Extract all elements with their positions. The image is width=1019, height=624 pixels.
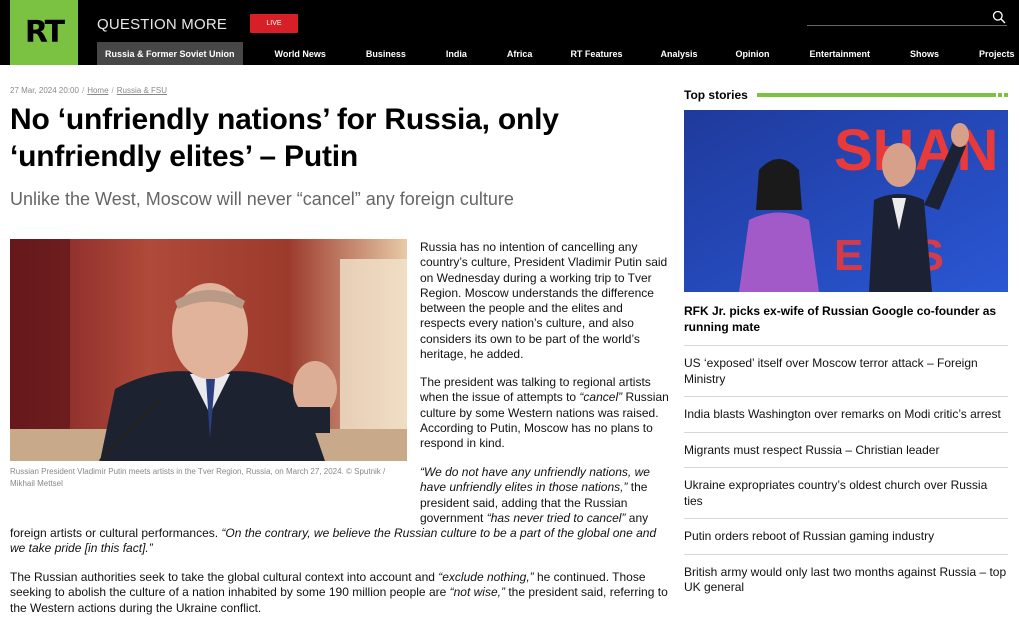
live-button[interactable]: LIVE: [250, 14, 298, 33]
article-subtitle: Unlike the West, Moscow will never “canc…: [10, 189, 514, 209]
paragraph-1: Russia has no intention of cancelling an…: [420, 240, 668, 362]
nav-item-entertainment[interactable]: Entertainment: [809, 42, 870, 65]
nav-item-world-news[interactable]: World News: [275, 42, 326, 65]
quote-never-cancel: “has never tried to cancel”: [486, 510, 626, 525]
heading-accent-bar: [756, 93, 996, 97]
story-item[interactable]: US ‘exposed’ itself over Moscow terror a…: [684, 345, 1008, 396]
nav-item-africa[interactable]: Africa: [507, 42, 533, 65]
search-input[interactable]: [807, 25, 1007, 26]
quote-exclude-nothing: “exclude nothing,”: [438, 570, 534, 584]
article-date: 27 Mar, 2024 20:00: [10, 86, 79, 95]
breadcrumb-home[interactable]: Home: [87, 86, 108, 95]
quote-not-wise: “not wise,”: [449, 585, 505, 600]
rt-logo[interactable]: RT: [10, 0, 78, 65]
quote-cancel: “cancel”: [579, 390, 623, 405]
article-title: No ‘unfriendly nations’ for Russia, only…: [10, 103, 559, 173]
nav-item-india[interactable]: India: [446, 42, 467, 65]
photo-caption: Russian President Vladimir Putin meets a…: [10, 467, 386, 488]
nav-item-projects[interactable]: Projects: [979, 42, 1015, 65]
paragraph-4: The Russian authorities seek to take the…: [10, 570, 668, 615]
nav-item-russia[interactable]: Russia & Former Soviet Union: [97, 42, 243, 65]
lead-story-photo[interactable]: SHAN E F S: [684, 110, 1008, 292]
logo-text: RT: [24, 15, 65, 50]
breadcrumb-russia-fsu[interactable]: Russia & FSU: [117, 86, 167, 95]
svg-text:SHAN: SHAN: [834, 118, 998, 183]
top-stories-heading: Top stories: [684, 88, 748, 102]
nav-item-business[interactable]: Business: [366, 42, 406, 65]
main-nav: Russia & Former Soviet Union World News …: [97, 42, 1015, 65]
search-icon[interactable]: [992, 10, 1006, 24]
nav-item-shows[interactable]: Shows: [910, 42, 939, 65]
paragraph-3: “We do not have any unfriendly nations, …: [420, 465, 650, 525]
story-item[interactable]: India blasts Washington over remarks on …: [684, 396, 1008, 432]
breadcrumb: 27 Mar, 2024 20:00/Home / Russia & FSU: [10, 86, 167, 95]
top-stories-header: Top stories: [684, 88, 1008, 102]
nav-item-rt-features[interactable]: RT Features: [570, 42, 622, 65]
site-header: RT QUESTION MORE LIVE Russia & Former So…: [0, 0, 1019, 65]
paragraph-2: The president was talking to regional ar…: [420, 375, 669, 451]
top-stories-list: US ‘exposed’ itself over Moscow terror a…: [684, 345, 1008, 605]
paragraph-3-continued: foreign artists or cultural performances…: [10, 526, 657, 556]
story-item[interactable]: British army would only last two months …: [684, 553, 1008, 605]
tagline: QUESTION MORE: [97, 16, 228, 33]
quote-unfriendly: “We do not have any unfriendly nations, …: [420, 465, 650, 495]
nav-item-analysis[interactable]: Analysis: [660, 42, 697, 65]
article-photo: [10, 239, 407, 461]
story-item[interactable]: Ukraine expropriates country’s oldest ch…: [684, 467, 1008, 518]
nav-item-opinion[interactable]: Opinion: [735, 42, 769, 65]
story-item[interactable]: Migrants must respect Russia – Christian…: [684, 431, 1008, 468]
story-item[interactable]: Putin orders reboot of Russian gaming in…: [684, 518, 1008, 554]
lead-story-headline[interactable]: RFK Jr. picks ex-wife of Russian Google …: [684, 304, 1008, 335]
